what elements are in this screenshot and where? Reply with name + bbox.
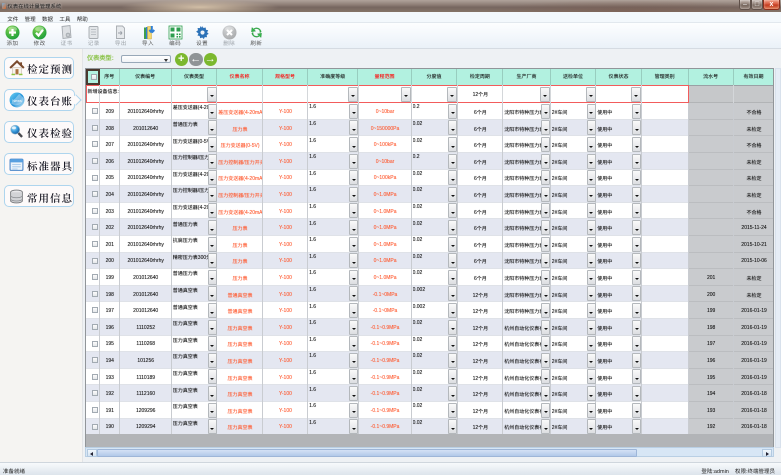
svg-text:News: News xyxy=(12,99,22,103)
